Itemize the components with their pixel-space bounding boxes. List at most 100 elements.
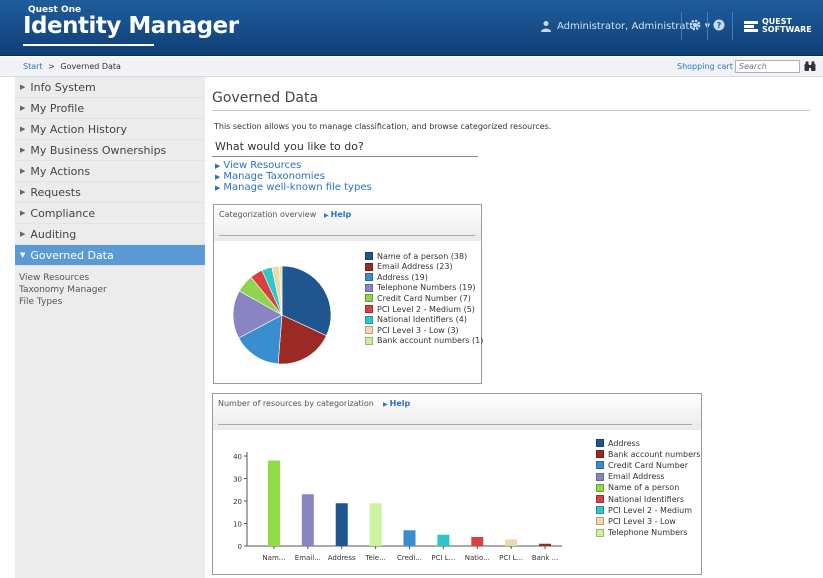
legend-label: PCI Level 3 - Low bbox=[608, 516, 676, 526]
breadcrumb: Start > Governed Data bbox=[23, 62, 121, 71]
x-tick-label: Credi... bbox=[397, 554, 422, 562]
legend-item: Credit Card Number bbox=[596, 460, 688, 470]
help-link-label: Help bbox=[330, 210, 352, 219]
y-tick-label: 0 bbox=[238, 543, 242, 551]
caret-right-icon: ▶ bbox=[324, 212, 329, 219]
sidebar-item-auditing[interactable]: ▶ Auditing bbox=[15, 224, 205, 245]
legend-swatch bbox=[365, 315, 373, 324]
actions-divider bbox=[212, 156, 478, 157]
panel-divider bbox=[219, 235, 475, 236]
sidebar-item-label: Info System bbox=[30, 80, 96, 94]
legend-swatch bbox=[365, 326, 373, 335]
sidebar-item-label: My Actions bbox=[30, 164, 91, 178]
vendor-logo: QUEST SOFTWARE bbox=[744, 18, 812, 34]
categorization-overview-panel: Categorization overview ▶ Help Name of a … bbox=[213, 204, 483, 384]
x-tick-label: Natio... bbox=[465, 554, 490, 562]
legend-swatch bbox=[596, 528, 604, 537]
bar[interactable] bbox=[335, 503, 348, 546]
legend-label: PCI Level 2 - Medium bbox=[608, 505, 693, 515]
link-label: View Resources bbox=[223, 160, 302, 171]
bar[interactable] bbox=[505, 539, 518, 546]
x-tick-label: PCI L... bbox=[499, 554, 523, 562]
help-link[interactable]: ▶ Help bbox=[383, 399, 410, 408]
sidebar-item-my-actions[interactable]: ▶ My Actions bbox=[15, 161, 205, 182]
help-button[interactable]: ? bbox=[709, 15, 729, 35]
y-tick-label: 30 bbox=[233, 476, 242, 484]
search-input[interactable] bbox=[735, 60, 800, 73]
page-title: Governed Data bbox=[212, 90, 319, 106]
sidebar-subitem-file-types[interactable]: File Types bbox=[19, 296, 205, 308]
legend-item: National Identifiers bbox=[596, 494, 684, 504]
legend-swatch bbox=[596, 517, 604, 526]
sidebar-subitem-view-resources[interactable]: View Resources bbox=[19, 272, 205, 284]
bar[interactable] bbox=[437, 534, 450, 546]
sidebar-item-compliance[interactable]: ▶ Compliance bbox=[15, 203, 205, 224]
bar[interactable] bbox=[471, 537, 484, 546]
view-resources-link[interactable]: ▶ View Resources bbox=[215, 160, 372, 171]
legend-swatch bbox=[596, 439, 604, 447]
caret-right-icon: ▶ bbox=[20, 125, 26, 133]
vendor-line2: SOFTWARE bbox=[762, 25, 812, 34]
legend-item: PCI Level 3 - Low bbox=[596, 516, 676, 526]
legend-swatch bbox=[365, 273, 373, 282]
legend-swatch bbox=[596, 495, 604, 503]
pie-chart bbox=[232, 265, 332, 365]
binoculars-icon[interactable] bbox=[804, 61, 816, 72]
y-tick-label: 10 bbox=[233, 521, 242, 529]
caret-right-icon: ▶ bbox=[215, 173, 221, 181]
settings-button[interactable] bbox=[685, 15, 705, 35]
y-tick-label: 20 bbox=[233, 498, 242, 506]
shopping-cart-link[interactable]: Shopping cart bbox=[677, 62, 733, 71]
bar-chart: 0 10 20 30 40 Nam... Email... Address Tele... Cre… bbox=[233, 452, 562, 562]
sidebar-item-info-system[interactable]: ▶ Info System bbox=[15, 77, 205, 98]
bar[interactable] bbox=[301, 494, 314, 546]
sidebar-item-label: My Profile bbox=[30, 101, 85, 115]
legend-label: Bank account numbers bbox=[608, 449, 701, 459]
product-title[interactable]: Identity Manager bbox=[23, 13, 239, 39]
legend-item: PCI Level 2 - Medium bbox=[596, 505, 692, 515]
bar[interactable] bbox=[369, 503, 382, 546]
sidebar-subnav: View Resources Taxonomy Manager File Typ… bbox=[15, 266, 205, 308]
breadcrumb-current: Governed Data bbox=[60, 62, 121, 71]
x-tick-label: Tele... bbox=[364, 554, 385, 562]
panel-divider bbox=[218, 424, 692, 425]
sidebar-item-label: Governed Data bbox=[30, 248, 114, 262]
question-icon: ? bbox=[713, 19, 725, 31]
sidebar-item-requests[interactable]: ▶ Requests bbox=[15, 182, 205, 203]
x-tick-label: Bank ... bbox=[532, 554, 558, 562]
caret-right-icon: ▶ bbox=[20, 104, 26, 112]
manage-taxonomies-link[interactable]: ▶ Manage Taxonomies bbox=[215, 171, 372, 182]
caret-right-icon: ▶ bbox=[215, 162, 221, 170]
bar[interactable] bbox=[403, 530, 416, 546]
help-link[interactable]: ▶ Help bbox=[324, 210, 351, 219]
legend-item: Telephone Numbers (19) bbox=[365, 283, 475, 293]
title-divider bbox=[212, 110, 810, 111]
sidebar-subitem-taxonomy-manager[interactable]: Taxonomy Manager bbox=[19, 284, 205, 296]
sidebar-item-governed-data[interactable]: ▼ Governed Data bbox=[15, 245, 205, 266]
legend-item: Email Address (23) bbox=[365, 262, 453, 272]
legend-item: PCI Level 3 - Low (3) bbox=[365, 325, 459, 335]
bar[interactable] bbox=[267, 460, 280, 547]
breadcrumb-start-link[interactable]: Start bbox=[23, 62, 43, 71]
sidebar-item-my-business-ownerships[interactable]: ▶ My Business Ownerships bbox=[15, 140, 205, 161]
caret-right-icon: ▶ bbox=[20, 167, 26, 175]
manage-file-types-link[interactable]: ▶ Manage well-known file types bbox=[215, 182, 372, 193]
user-name: Administrator, Administrator bbox=[557, 20, 700, 32]
caret-down-icon: ▼ bbox=[20, 251, 26, 259]
legend-swatch bbox=[365, 305, 373, 313]
x-tick-label: PCI L... bbox=[431, 554, 455, 562]
sidebar-item-my-profile[interactable]: ▶ My Profile bbox=[15, 98, 205, 119]
bar[interactable] bbox=[539, 543, 552, 546]
page-description: This section allows you to manage classi… bbox=[214, 122, 552, 131]
legend-label: Address bbox=[608, 438, 640, 448]
legend-label: Email Address (23) bbox=[377, 262, 453, 272]
legend-item: National Identifiers (4) bbox=[365, 315, 467, 325]
caret-right-icon: ▶ bbox=[20, 146, 26, 154]
sidebar-item-my-action-history[interactable]: ▶ My Action History bbox=[15, 119, 205, 140]
resources-by-category-panel: Number of resources by categorization ▶ H… bbox=[212, 393, 702, 575]
sidebar-item-label: My Business Ownerships bbox=[30, 143, 167, 157]
legend-label: PCI Level 3 - Low (3) bbox=[377, 325, 459, 335]
legend-swatch bbox=[596, 472, 604, 481]
sidebar: ▶ Info System ▶ My Profile ▶ My Action Hist… bbox=[15, 77, 205, 578]
legend-swatch bbox=[365, 336, 373, 345]
